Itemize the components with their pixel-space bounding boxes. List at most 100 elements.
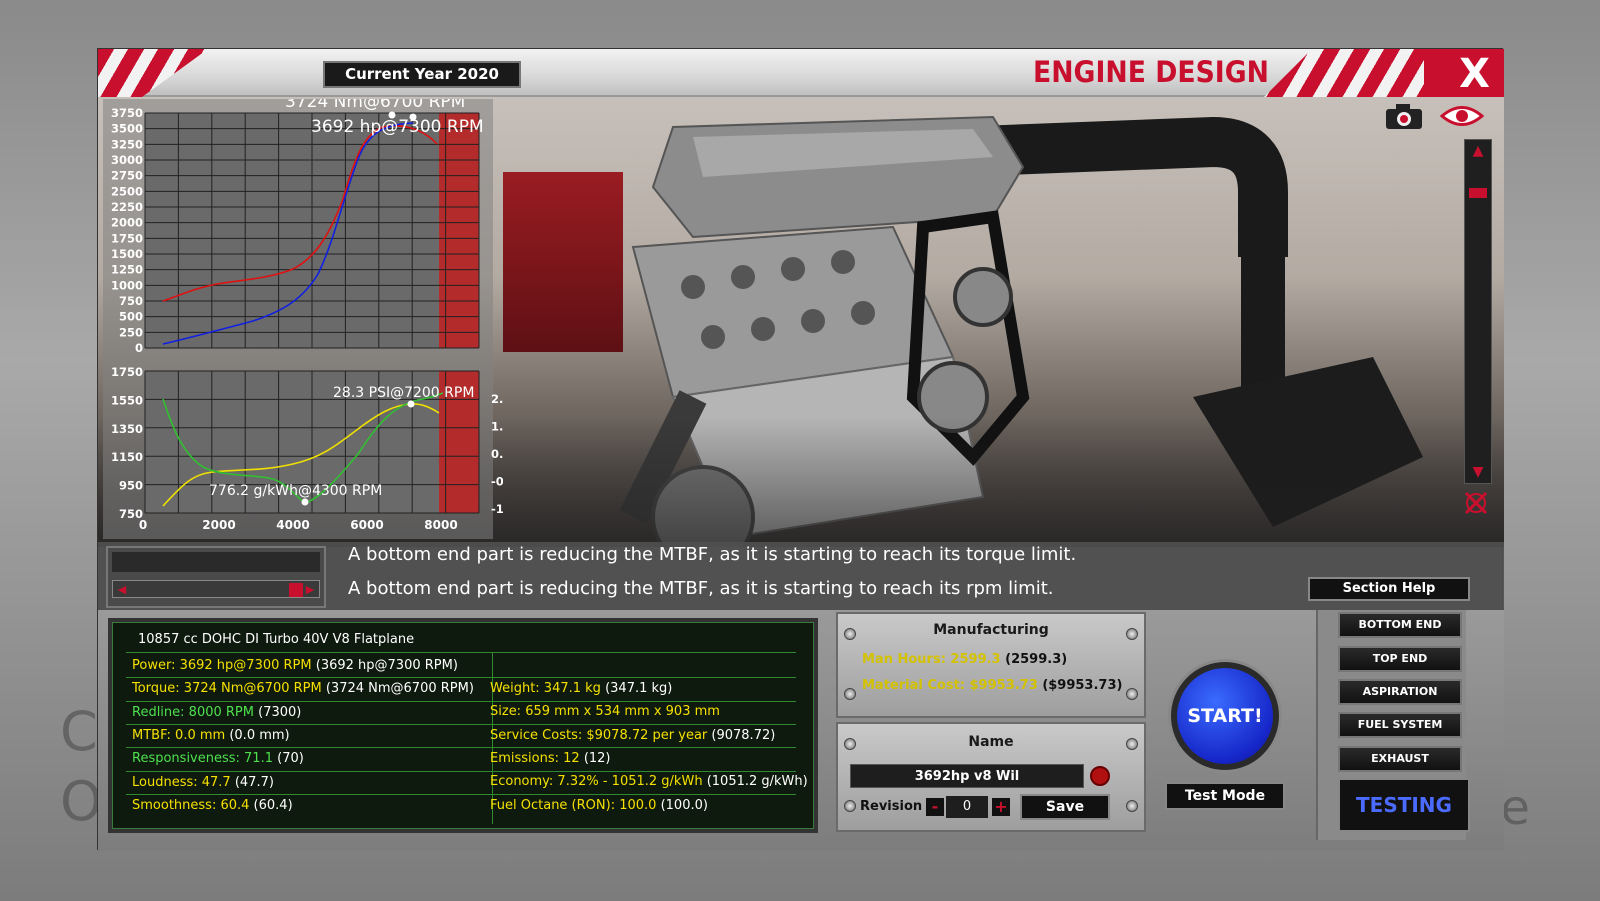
manufacturing-title: Manufacturing (933, 622, 1049, 638)
message-controls: ◀ ▶ (106, 546, 326, 608)
grid-line (126, 747, 796, 749)
engine-stats-panel: 10857 cc DOHC DI Turbo 40V V8 Flatplane … (108, 618, 818, 833)
x-tick-label: 8000 (424, 518, 457, 532)
section-nav: BOTTOM END TOP END ASPIRATION FUEL SYSTE… (1316, 610, 1470, 840)
y-tick-label: 0 (135, 341, 143, 355)
name-panel: Name 3692hp v8 Wil Revision - 0 + Save (836, 722, 1146, 832)
revision-increment-button[interactable]: + (992, 798, 1010, 816)
boost-peak-marker (407, 400, 415, 408)
stat-row: Weight: 347.1 kg (347.1 kg) (490, 681, 673, 696)
scroll-thumb[interactable] (289, 583, 303, 597)
x-tick-label: 2000 (202, 518, 235, 532)
stat-row: Smoothness: 60.4 (60.4) (132, 797, 293, 813)
eye-icon[interactable] (1440, 101, 1484, 131)
section-help-button[interactable]: Section Help (1308, 577, 1470, 601)
zoom-scrollbar[interactable]: ▲ ▼ (1464, 139, 1492, 484)
camera-icon[interactable] (1384, 101, 1424, 131)
stat-row: Loudness: 47.7 (47.7) (132, 774, 274, 790)
y-tick-label: 3500 (111, 122, 143, 136)
stat-row: Responsiveness: 71.1 (70) (132, 751, 304, 767)
charts-svg: 3750350032503000275025002250200017501500… (111, 99, 503, 532)
x-tick-label: 4000 (276, 518, 309, 532)
chevron-right-icon[interactable]: ▶ (303, 583, 317, 597)
save-button[interactable]: Save (1020, 794, 1110, 820)
x-tick-label: 0 (139, 518, 147, 532)
nav-fuel-system[interactable]: FUEL SYSTEM (1338, 712, 1462, 738)
x-tick-label: 6000 (350, 518, 383, 532)
y-tick-label: 3250 (111, 137, 143, 151)
warning-message: A bottom end part is reducing the MTBF, … (348, 578, 1054, 599)
bsfc-min-label: 776.2 g/kWh@4300 RPM (209, 483, 382, 499)
y-tick-label: 1750 (111, 365, 143, 379)
chevron-down-icon[interactable]: ▼ (1467, 463, 1489, 481)
manufacturing-panel: Manufacturing Man Hours: 2599.3 (2599.3)… (836, 612, 1146, 718)
stripe-decoration (98, 49, 208, 97)
y-tick-label: 2250 (111, 200, 143, 214)
y-tick-label: 1150 (111, 450, 143, 464)
grid-line (126, 677, 796, 679)
reset-view-icon[interactable] (1462, 489, 1490, 517)
warning-message: A bottom end part is reducing the MTBF, … (348, 544, 1077, 565)
y-tick-label: 3750 (111, 106, 143, 120)
nav-aspiration[interactable]: ASPIRATION (1338, 679, 1462, 705)
y-tick-label: 2500 (111, 184, 143, 198)
close-button[interactable]: X (1459, 51, 1490, 97)
message-scrollbar[interactable]: ◀ ▶ (112, 580, 320, 598)
grid-line (126, 652, 796, 653)
y-tick-label: 1350 (111, 422, 143, 436)
y-tick-label: 1550 (111, 393, 143, 407)
y-tick-label: 1750 (111, 231, 143, 245)
y2-tick-label: -0.2 (491, 475, 503, 489)
chevron-up-icon[interactable]: ▲ (1467, 142, 1489, 160)
nav-top-end[interactable]: TOP END (1338, 646, 1462, 672)
randomize-name-icon[interactable] (1090, 766, 1110, 786)
man-hours: Man Hours: 2599.3 (2599.3) (862, 652, 1068, 667)
stat-row: Power: 3692 hp@7300 RPM (3692 hp@7300 RP… (132, 658, 458, 673)
y-tick-label: 250 (119, 325, 143, 339)
window-title: ENGINE DESIGN (1033, 55, 1269, 89)
y-tick-label: 3000 (111, 153, 143, 167)
y2-tick-label: 0.6 (491, 447, 503, 461)
background-text: C (60, 700, 98, 763)
stat-row: Economy: 7.32% - 1051.2 g/kWh (1051.2 g/… (490, 774, 808, 790)
boost-peak-label: 28.3 PSI@7200 RPM (333, 385, 474, 401)
power-peak-label: 3692 hp@7300 RPM (311, 117, 484, 137)
test-mode-button[interactable]: Test Mode (1165, 782, 1285, 810)
screw (844, 688, 856, 700)
screw (1126, 688, 1138, 700)
scroll-thumb[interactable] (1469, 188, 1487, 198)
revision-label: Revision (860, 799, 923, 814)
revision-decrement-button[interactable]: - (926, 798, 944, 816)
y-tick-label: 1500 (111, 247, 143, 261)
y-tick-label: 2000 (111, 216, 143, 230)
nav-bottom-end[interactable]: BOTTOM END (1338, 612, 1462, 638)
chevron-left-icon[interactable]: ◀ (115, 583, 129, 597)
stat-row: Size: 659 mm x 534 mm x 903 mm (490, 704, 720, 720)
nav-exhaust[interactable]: EXHAUST (1338, 746, 1462, 772)
screw (1126, 800, 1138, 812)
name-title: Name (968, 734, 1014, 750)
grid-line (126, 700, 796, 702)
current-year-label: Current Year 2020 (323, 61, 521, 88)
stat-row: Fuel Octane (RON): 100.0 (100.0) (490, 797, 708, 813)
y-tick-label: 2750 (111, 169, 143, 183)
nav-testing[interactable]: TESTING (1338, 778, 1470, 832)
material-cost: Material Cost: $9953.73 ($9953.73) (862, 678, 1123, 693)
grid-line (126, 723, 796, 725)
message-slot (112, 552, 320, 572)
start-button[interactable]: START! (1171, 662, 1279, 770)
bsfc-min-marker (301, 498, 309, 506)
stat-row: Emissions: 12 (12) (490, 750, 611, 766)
y-tick-label: 1000 (111, 278, 143, 292)
screw (844, 800, 856, 812)
engine-name-field[interactable]: 3692hp v8 Wil (850, 764, 1084, 788)
title-bar: Current Year 2020 ENGINE DESIGN X (98, 49, 1504, 97)
y-tick-label: 500 (119, 310, 143, 324)
performance-charts: 3750 3500 3250 3000 2750 2500 2250 2000 1750 1500… (103, 99, 503, 539)
grid-line (126, 793, 796, 795)
y2-tick-label: 1.4 (491, 420, 503, 434)
engine-spec-header: 10857 cc DOHC DI Turbo 40V V8 Flatplane (138, 632, 415, 647)
y-tick-label: 950 (119, 479, 143, 493)
redline-zone (439, 113, 479, 348)
stat-row: Service Costs: $9078.72 per year (9078.7… (490, 727, 776, 743)
